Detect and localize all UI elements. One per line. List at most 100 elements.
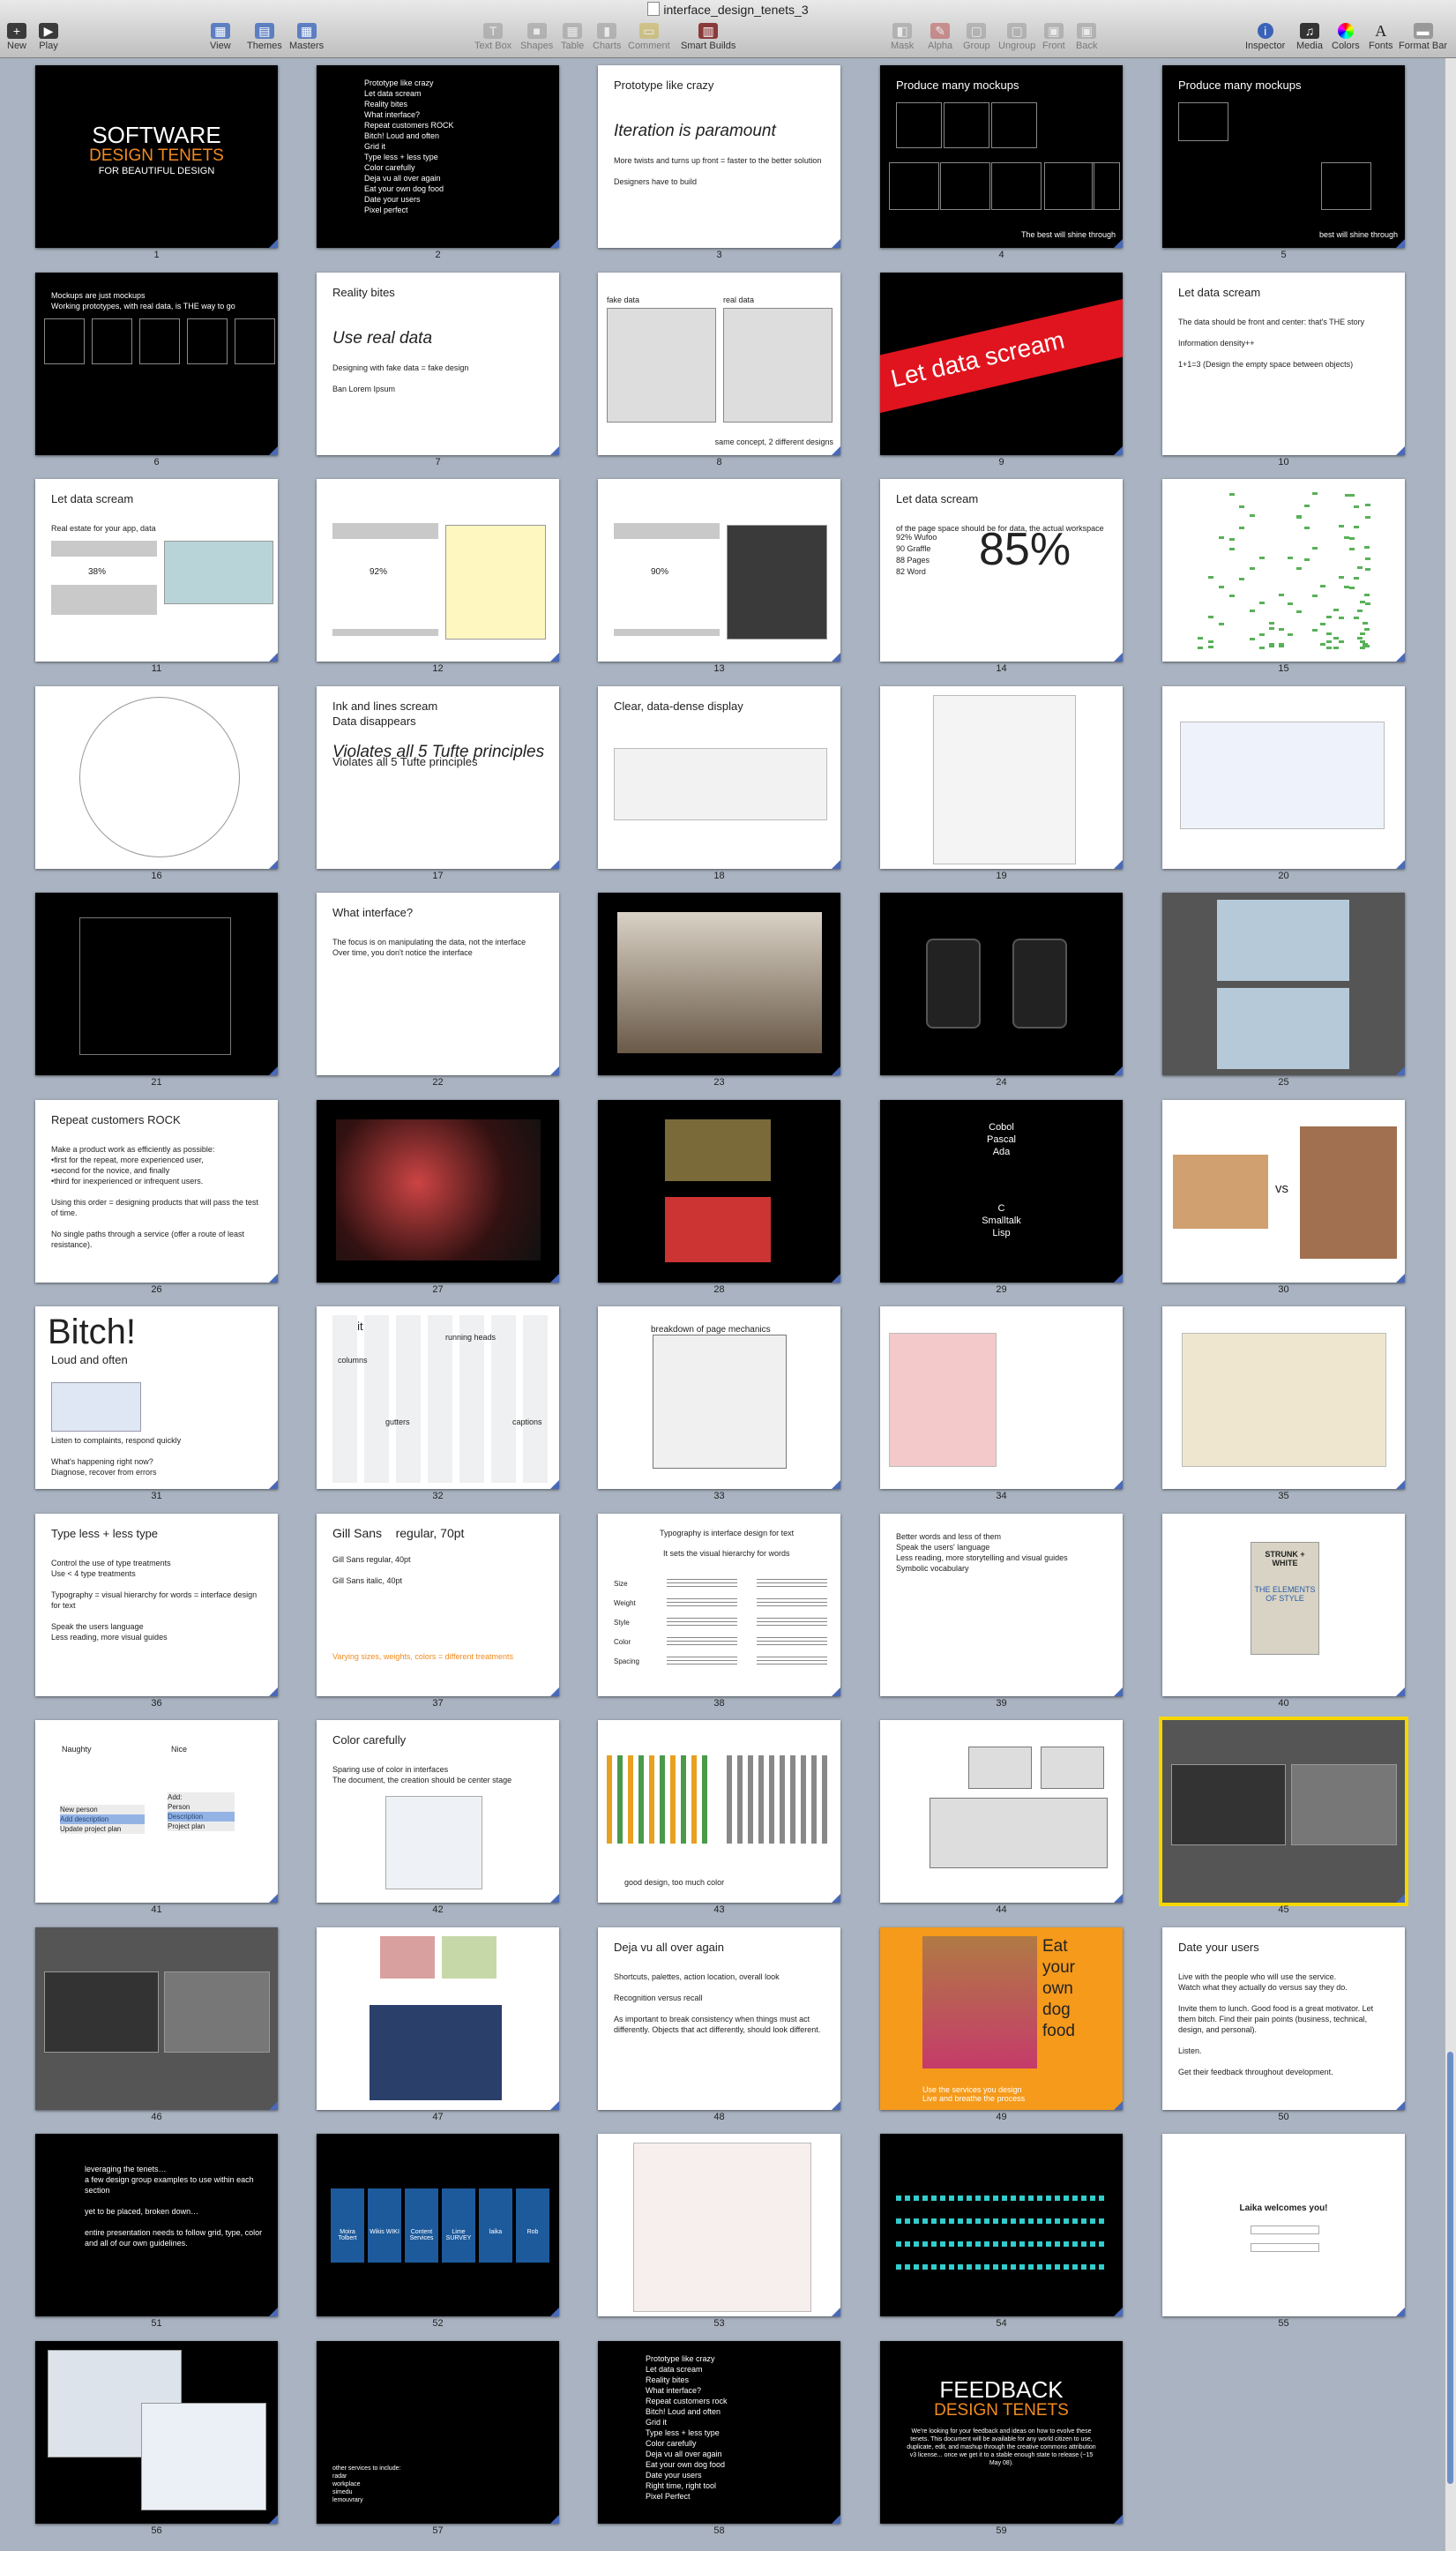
slide-thumbnail[interactable] [317,1927,559,2110]
slide-thumbnail[interactable] [880,1720,1123,1903]
slide-thumbnail[interactable] [1162,686,1405,869]
slide-thumbnail[interactable]: Prototype like crazy Iteration is paramou… [598,65,840,248]
slide-thumbnail[interactable]: Loud and often Listen to complaints, resp… [35,1306,278,1489]
slide-thumbnail[interactable] [317,1100,559,1283]
slide-thumbnail[interactable]: 90% [598,479,840,662]
graph-node [1326,615,1333,618]
gray-bar [51,585,157,615]
slide-number: 44 [996,1904,1007,1915]
new-button[interactable]: + New [7,23,26,51]
slide-thumbnail[interactable]: Better words and less of them Speak the … [880,1514,1123,1696]
slide-thumbnail[interactable]: Let data scream [880,273,1123,455]
group-button[interactable]: ▢ Group [963,23,990,51]
slide-thumbnail[interactable]: same concept, 2 different designs fake da… [598,273,840,455]
slide-thumbnail[interactable]: Naughty Nice New person Add description Up… [35,1720,278,1903]
slide-thumbnail[interactable]: What interface? The focus is on manipulat… [317,893,559,1075]
slide-thumbnail[interactable]: Prototype like crazy Let data scream Rea… [317,65,559,248]
slide-thumbnail[interactable]: Mockups are just mockups Working prototy… [35,273,278,455]
slide-thumbnail[interactable]: Eat your own dog food Use the services yo… [880,1927,1123,2110]
slide-thumbnail[interactable]: Gill Sans regular, 70pt Gill Sans regular… [317,1514,559,1696]
scrollbar-thumb[interactable] [1447,2052,1453,2484]
slide-thumbnail[interactable]: Produce many mockups The best will shine … [880,65,1123,248]
slide-thumbnail[interactable]: Let data scream of the page space should … [880,479,1123,662]
smart-builds-button[interactable]: ▥ Smart Builds [681,23,735,51]
slide-thumbnail[interactable]: leveraging the tenets… a few design grou… [35,2134,278,2316]
comment-button[interactable]: ▭ Comment [628,23,670,51]
slide-thumbnail[interactable]: vs [1162,1100,1405,1283]
slide-thumbnail[interactable]: good design, too much color [598,1720,840,1903]
slide-thumbnail[interactable]: Typography is interface design for text I… [598,1514,840,1696]
mockup-frame [1321,162,1371,210]
slide-number: 58 [713,2525,725,2536]
app-screenshot [1171,1764,1286,1845]
themes-button[interactable]: ▤ Themes [247,23,282,51]
slide-thumbnail[interactable]: Type less + less type Control the use of … [35,1514,278,1696]
ungroup-button[interactable]: ▢ Ungroup [998,23,1035,51]
slide-thumbnail[interactable] [598,1100,840,1283]
masters-button[interactable]: ▦ Masters [289,23,324,51]
back-button[interactable]: ▣ Back [1076,23,1097,51]
slide-thumbnail[interactable] [1162,893,1405,1075]
slide-thumbnail[interactable]: Reality bites Use real data Designing with… [317,273,559,455]
slide-thumbnail[interactable] [35,686,278,869]
front-button[interactable]: ▣ Front [1042,23,1065,51]
graph-node [1326,632,1333,635]
graph-node [1312,547,1318,550]
text-box-button[interactable]: T Text Box [474,23,511,51]
slide-thumbnail[interactable] [880,2134,1123,2316]
slide-thumbnail[interactable] [1162,479,1405,662]
slide-thumbnail[interactable]: Deja vu all over again Shortcuts, palette… [598,1927,840,2110]
alpha-button[interactable]: ✎ Alpha [928,23,952,51]
slide-thumbnail[interactable]: Clear, data-dense display [598,686,840,869]
slide-body: other services to include: radar workpla… [332,2465,401,2503]
slide-thumbnail[interactable] [35,2341,278,2524]
slide-thumbnail[interactable]: 92% [317,479,559,662]
fonts-button[interactable]: A Fonts [1369,23,1393,51]
slide-thumbnail[interactable] [1162,1306,1405,1489]
media-button[interactable]: ♫ Media [1296,23,1323,51]
colors-button[interactable]: Colors [1332,23,1360,51]
charts-button[interactable]: ▮ Charts [593,23,621,51]
slide-thumbnail[interactable]: Date your users Live with the people who … [1162,1927,1405,2110]
shapes-button[interactable]: ■ Shapes [520,23,553,51]
inspector-button[interactable]: i Inspector [1245,23,1285,51]
slide-corner-marker [550,2101,559,2110]
slide-thumbnail[interactable] [598,893,840,1075]
slide-thumbnail[interactable] [880,686,1123,869]
slide-thumbnail[interactable]: Repeat customers ROCK Make a product work… [35,1100,278,1283]
slide-corner-marker [269,1894,278,1903]
graph-node [1198,636,1203,640]
slide-thumbnail[interactable] [880,893,1123,1075]
slide-thumbnail[interactable]: Prototype like crazy Let data scream Rea… [598,2341,840,2524]
slide-thumbnail[interactable] [1159,1717,1408,1906]
view-button[interactable]: ▦ View [210,23,231,51]
slide-thumbnail[interactable]: Let data scream The data should be front … [1162,273,1405,455]
slide-thumbnail[interactable]: SOFTWARE DESIGN TENETS FOR BEAUTIFUL DESIG… [35,65,278,248]
food-photo [1173,1155,1268,1229]
slide-thumbnail[interactable]: other services to include: radar workpla… [317,2341,559,2524]
slide-thumbnail[interactable]: Let data scream Real estate for your app,… [35,479,278,662]
format-bar-button[interactable]: ▬ Format Bar [1399,23,1447,51]
slide-thumbnail[interactable] [598,2134,840,2316]
slide-thumbnail[interactable]: Produce many mockups best will shine thro… [1162,65,1405,248]
slide-thumbnail[interactable]: breakdown of page mechanics [598,1306,840,1489]
slide-number: 9 [998,457,1004,468]
slide-thumbnail[interactable]: Cobol Pascal Ada C Smalltalk Lisp [880,1100,1123,1283]
slide-thumbnail[interactable]: Color carefully Sparing use of color in i… [317,1720,559,1903]
slide-thumbnail[interactable]: FEEDBACK DESIGN TENETS We're looking for y… [880,2341,1123,2524]
graph-node [1363,645,1370,648]
grid-column [332,1315,357,1483]
slide-thumbnail[interactable] [880,1306,1123,1489]
slide-thumbnail[interactable]: Laika welcomes you! [1162,2134,1405,2316]
slide-thumbnail[interactable]: Grid itrunning headscolumnsgutterscaptio… [317,1306,559,1489]
slide-thumbnail[interactable]: STRUNK + WHITE THE ELEMENTS OF STYLE [1162,1514,1405,1696]
slide-number: 43 [713,1904,725,1915]
slide-thumbnail[interactable]: Ink and lines scream Data disappears Viol… [317,686,559,869]
mask-button[interactable]: ◧ Mask [891,23,914,51]
vertical-scrollbar[interactable] [1445,58,1456,2551]
slide-thumbnail[interactable] [35,893,278,1075]
slide-thumbnail[interactable]: Moira Tolbert Wikis WIKI Content Services L… [317,2134,559,2316]
play-button[interactable]: ▶ Play [39,23,58,51]
slide-thumbnail[interactable] [35,1927,278,2110]
table-button[interactable]: ▦ Table [561,23,584,51]
